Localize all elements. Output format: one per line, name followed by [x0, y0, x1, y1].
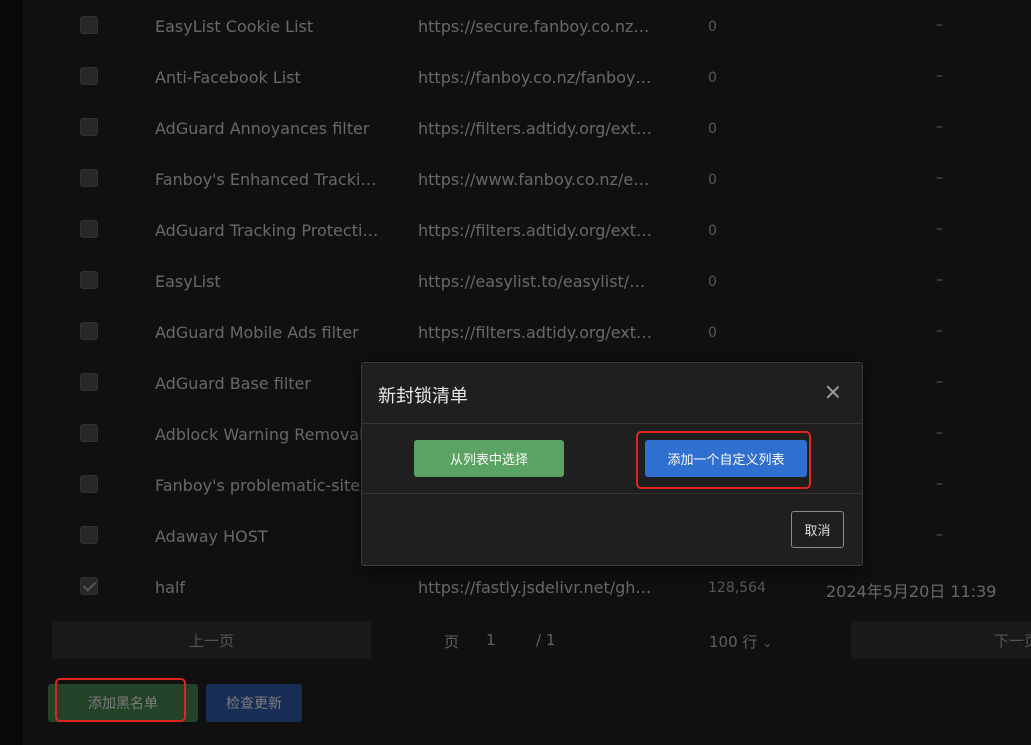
- choose-from-list-button[interactable]: 从列表中选择: [414, 440, 564, 477]
- add-custom-list-button[interactable]: 添加一个自定义列表: [645, 440, 807, 477]
- next-page-button[interactable]: 下一页: [851, 621, 1031, 659]
- list-name: Adblock Warning Removal List: [155, 425, 385, 444]
- list-name: AdGuard Base filter: [155, 374, 311, 393]
- pagination: 上一页 页 1 / 1 100 行 ⌄ 下一页: [0, 621, 1031, 661]
- row-checkbox[interactable]: [80, 322, 98, 340]
- table-row: AdGuard Tracking Protection filter https:…: [23, 205, 1031, 256]
- row-checkbox[interactable]: [80, 16, 98, 34]
- rule-count: 0: [708, 19, 717, 35]
- table-row: Anti-Facebook List https://fanboy.co.nz/f…: [23, 52, 1031, 103]
- rule-count: 128,564: [708, 580, 766, 596]
- row-checkbox[interactable]: [80, 373, 98, 391]
- list-url: https://fanboy.co.nz/fanboy-antifacebook…: [418, 68, 653, 87]
- rule-count: 0: [708, 223, 717, 239]
- list-name: Fanboy's problematic-sites: [155, 476, 369, 495]
- list-name: AdGuard Annoyances filter: [155, 119, 370, 138]
- row-checkbox[interactable]: [80, 67, 98, 85]
- prev-page-button[interactable]: 上一页: [52, 621, 371, 659]
- close-icon[interactable]: [824, 383, 842, 401]
- cancel-button[interactable]: 取消: [791, 511, 844, 548]
- list-name: Adaway HOST: [155, 527, 268, 546]
- row-checkbox[interactable]: [80, 169, 98, 187]
- list-name: half: [155, 578, 186, 597]
- list-url: https://secure.fanboy.co.nz/fanboy-cooki…: [418, 17, 653, 36]
- list-name: Fanboy's Enhanced Tracking List: [155, 170, 385, 189]
- rows-per-page-label: 100 行: [709, 633, 758, 651]
- table-row: EasyList https://easylist.to/easylist/eas…: [23, 256, 1031, 307]
- list-url: https://filters.adtidy.org/extension/ubl…: [418, 119, 653, 138]
- chevron-down-icon: ⌄: [762, 636, 773, 650]
- list-name: AdGuard Mobile Ads filter: [155, 323, 359, 342]
- row-checkbox[interactable]: [80, 475, 98, 493]
- row-checkbox[interactable]: [80, 118, 98, 136]
- list-name: EasyList Cookie List: [155, 17, 314, 36]
- last-updated: –: [936, 17, 943, 33]
- list-url: https://filters.adtidy.org/extension/ubl…: [418, 221, 653, 240]
- last-updated: –: [936, 68, 943, 84]
- dialog-title: 新封锁清单: [378, 386, 468, 407]
- list-url: https://fastly.jsdelivr.net/gh/sbwml/hal…: [418, 578, 653, 597]
- list-name: Anti-Facebook List: [155, 68, 301, 87]
- row-checkbox[interactable]: [80, 271, 98, 289]
- add-blacklist-button[interactable]: 添加黑名单: [48, 684, 198, 722]
- last-updated: –: [936, 425, 943, 441]
- row-checkbox[interactable]: [80, 220, 98, 238]
- last-updated: –: [936, 323, 943, 339]
- new-blocklist-dialog: 新封锁清单 从列表中选择 添加一个自定义列表 取消: [361, 362, 863, 566]
- list-url: https://www.fanboy.co.nz/enhancedstats.t…: [418, 170, 653, 189]
- last-updated: –: [936, 476, 943, 492]
- dialog-divider: [362, 423, 862, 424]
- list-name: AdGuard Tracking Protection filter: [155, 221, 385, 240]
- last-updated: 2024年5月20日 11:39: [826, 582, 997, 601]
- last-updated: –: [936, 170, 943, 186]
- next-page-label: 下一页: [993, 631, 1031, 650]
- rows-per-page-select[interactable]: 100 行 ⌄: [709, 631, 772, 652]
- list-url: https://filters.adtidy.org/extension/ubl…: [418, 323, 653, 342]
- last-updated: –: [936, 221, 943, 237]
- check-updates-button[interactable]: 检查更新: [206, 684, 302, 722]
- last-updated: –: [936, 119, 943, 135]
- rule-count: 0: [708, 172, 717, 188]
- table-row: EasyList Cookie List https://secure.fanbo…: [23, 1, 1031, 52]
- table-row: half https://fastly.jsdelivr.net/gh/sbwml…: [23, 562, 1031, 613]
- table-row: AdGuard Mobile Ads filter https://filters…: [23, 307, 1031, 358]
- table-row: AdGuard Annoyances filter https://filters…: [23, 103, 1031, 154]
- rule-count: 0: [708, 274, 717, 290]
- page-number-input[interactable]: 1: [486, 631, 496, 649]
- list-url: https://easylist.to/easylist/easylist.tx…: [418, 272, 653, 291]
- last-updated: –: [936, 272, 943, 288]
- table-row: Fanboy's Enhanced Tracking List https://w…: [23, 154, 1031, 205]
- dialog-footer-divider: [362, 493, 862, 494]
- last-updated: –: [936, 527, 943, 543]
- list-name: EasyList: [155, 272, 221, 291]
- row-checkbox[interactable]: [80, 526, 98, 544]
- rule-count: 0: [708, 70, 717, 86]
- rule-count: 0: [708, 325, 717, 341]
- page-label: 页: [444, 633, 460, 651]
- row-checkbox[interactable]: [80, 577, 98, 595]
- row-checkbox[interactable]: [80, 424, 98, 442]
- page-total: / 1: [536, 631, 556, 649]
- rule-count: 0: [708, 121, 717, 137]
- last-updated: –: [936, 374, 943, 390]
